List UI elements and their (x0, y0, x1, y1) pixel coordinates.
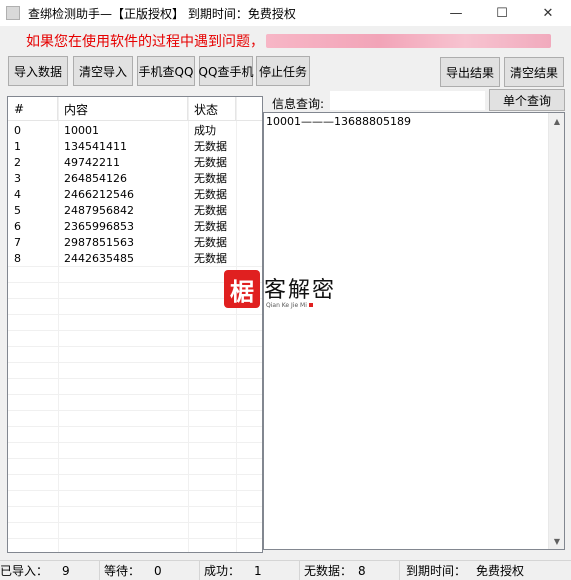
notice-text: 如果您在使用软件的过程中遇到问题， (26, 34, 264, 50)
row-index: 7 (14, 235, 21, 249)
table-row[interactable]: 8 2442635485 无数据 (8, 250, 262, 266)
watermark-logo: 椐 (224, 270, 260, 308)
row-index: 2 (14, 155, 21, 169)
row-status: 无数据 (194, 236, 227, 249)
column-header-index[interactable]: # (8, 97, 58, 121)
row-status: 无数据 (194, 204, 227, 217)
row-index: 6 (14, 219, 21, 233)
table-row[interactable]: 2 49742211 无数据 (8, 154, 262, 170)
watermark-subtext: Qian Ke Jie Mi (266, 302, 313, 309)
row-index: 1 (14, 139, 21, 153)
status-nodata: 无数据： 8 (300, 560, 400, 580)
app-icon (6, 6, 20, 20)
redacted-region (266, 34, 551, 48)
row-content: 2442635485 (64, 251, 134, 265)
table-row[interactable]: 1 134541411 无数据 (8, 138, 262, 154)
table-row[interactable]: 6 2365996853 无数据 (8, 218, 262, 234)
row-content: 49742211 (64, 155, 120, 169)
row-status: 无数据 (194, 156, 227, 169)
row-content: 134541411 (64, 139, 127, 153)
status-bar: 已导入： 9 等待： 0 成功： 1 无数据： 8 到期时间： 免费授权 (0, 560, 571, 580)
row-index: 5 (14, 203, 21, 217)
maximize-icon[interactable]: ☐ (479, 0, 525, 26)
row-status: 无数据 (194, 252, 227, 265)
single-query-button[interactable]: 单个查询 (489, 89, 565, 111)
row-index: 8 (14, 251, 21, 265)
notice-banner: 如果您在使用软件的过程中遇到问题， (26, 30, 551, 52)
scroll-up-icon[interactable]: ▲ (549, 113, 565, 129)
row-content: 2487956842 (64, 203, 134, 217)
clear-import-button[interactable]: 清空导入 (73, 56, 133, 86)
result-textarea[interactable]: 10001———13688805189 ▲ ▼ (263, 112, 565, 550)
table-row[interactable]: 5 2487956842 无数据 (8, 202, 262, 218)
status-waiting: 等待： 0 (100, 560, 200, 580)
row-index: 3 (14, 171, 21, 185)
qq-to-phone-button[interactable]: QQ查手机 (199, 56, 253, 86)
row-index: 0 (14, 123, 21, 137)
status-imported: 已导入： 9 (0, 560, 100, 580)
status-success: 成功： 1 (200, 560, 300, 580)
data-list[interactable]: # 内容 状态 0 10001 成功 1 134541411 无数据 2 49742211 无数… (7, 96, 263, 553)
stop-task-button[interactable]: 停止任务 (256, 56, 310, 86)
row-content: 2466212546 (64, 187, 134, 201)
table-row[interactable]: 3 264854126 无数据 (8, 170, 262, 186)
window-title: 查绑检测助手—【正版授权】 到期时间：免费授权 (28, 6, 296, 21)
query-label: 信息查询: (272, 96, 325, 111)
result-scrollbar[interactable]: ▲ ▼ (548, 113, 564, 549)
phone-to-qq-button[interactable]: 手机查QQ (137, 56, 195, 86)
row-index: 4 (14, 187, 21, 201)
close-icon[interactable]: ✕ (525, 0, 571, 26)
import-data-button[interactable]: 导入数据 (8, 56, 68, 86)
table-row[interactable]: 4 2466212546 无数据 (8, 186, 262, 202)
row-status: 成功 (194, 124, 216, 137)
row-status: 无数据 (194, 220, 227, 233)
row-content: 2987851563 (64, 235, 134, 249)
status-expire: 到期时间： 免费授权 (406, 564, 525, 578)
query-input[interactable] (330, 91, 485, 110)
list-header: # 内容 状态 (8, 97, 262, 121)
row-content: 2365996853 (64, 219, 134, 233)
row-content: 264854126 (64, 171, 127, 185)
row-status: 无数据 (194, 188, 227, 201)
title-bar: 查绑检测助手—【正版授权】 到期时间：免费授权 — ☐ ✕ (0, 0, 571, 26)
clear-results-button[interactable]: 清空结果 (504, 57, 564, 87)
table-row[interactable]: 0 10001 成功 (8, 122, 262, 138)
row-status: 无数据 (194, 172, 227, 185)
column-header-status[interactable]: 状态 (188, 97, 236, 121)
watermark: 椐 客解密 Qian Ke Jie Mi (224, 270, 348, 314)
export-results-button[interactable]: 导出结果 (440, 57, 500, 87)
row-status: 无数据 (194, 140, 227, 153)
table-row[interactable]: 7 2987851563 无数据 (8, 234, 262, 250)
result-text: 10001———13688805189 (266, 115, 411, 128)
column-header-content[interactable]: 内容 (58, 97, 188, 121)
row-content: 10001 (64, 123, 99, 137)
minimize-icon[interactable]: — (433, 0, 479, 26)
watermark-text: 客解密 (264, 278, 337, 303)
list-body: 0 10001 成功 1 134541411 无数据 2 49742211 无数据 3 264854… (8, 122, 262, 266)
scroll-down-icon[interactable]: ▼ (549, 533, 565, 549)
